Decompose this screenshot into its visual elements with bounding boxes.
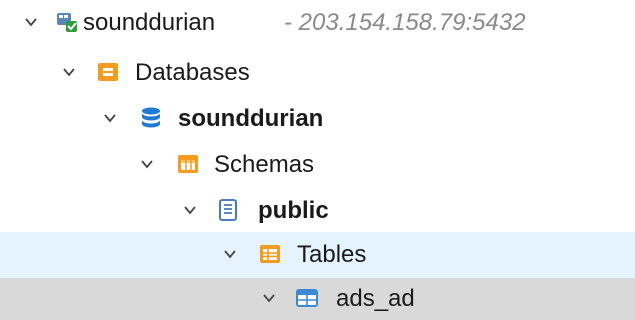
tree-node-table-ads-ad[interactable]: ads_ad <box>0 278 635 320</box>
chevron-down-icon[interactable] <box>183 203 197 217</box>
database-icon <box>142 107 160 128</box>
database-label: sounddurian <box>178 105 324 132</box>
folder-schemas-icon <box>178 155 198 173</box>
chevron-down-icon[interactable] <box>24 15 38 29</box>
chevron-down-icon[interactable] <box>62 65 76 79</box>
tables-label: Tables <box>297 241 367 268</box>
tree-node-schema-public[interactable]: public <box>0 188 635 234</box>
folder-tables-icon <box>260 245 280 263</box>
schema-label: public <box>258 197 329 224</box>
table-icon <box>296 289 318 307</box>
folder-databases-icon <box>98 63 118 81</box>
chevron-down-icon[interactable] <box>140 157 154 171</box>
tree-node-databases[interactable]: Databases <box>0 50 635 96</box>
table-label: ads_ad <box>336 285 415 312</box>
databases-label: Databases <box>135 59 250 86</box>
tree-node-tables[interactable]: Tables <box>0 232 635 278</box>
tree-node-schemas[interactable]: Schemas <box>0 142 635 188</box>
tree-node-server[interactable]: sounddurian - 203.154.158.79:5432 <box>0 0 635 46</box>
schema-icon <box>219 199 237 221</box>
chevron-down-icon[interactable] <box>262 291 276 305</box>
server-address: - 203.154.158.79:5432 <box>284 9 526 36</box>
postgres-server-connected-icon <box>57 13 77 32</box>
tree-node-database[interactable]: sounddurian <box>0 96 635 142</box>
chevron-down-icon[interactable] <box>223 247 237 261</box>
object-explorer-tree: sounddurian - 203.154.158.79:5432 Databa… <box>0 0 635 320</box>
chevron-down-icon[interactable] <box>103 111 117 125</box>
server-name: sounddurian <box>83 9 216 36</box>
schemas-label: Schemas <box>214 151 315 178</box>
